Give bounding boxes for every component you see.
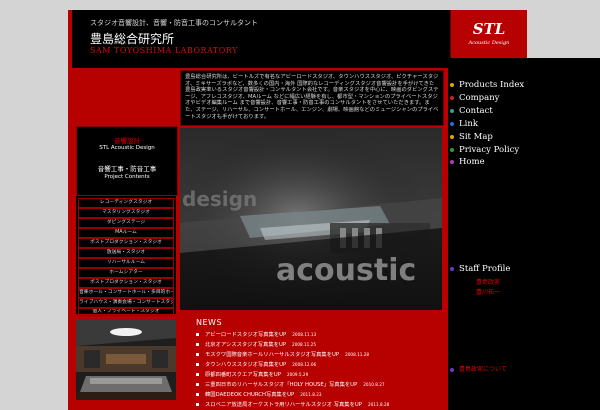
nav-site-map[interactable]: Sit Map	[450, 132, 493, 142]
nav-label: Staff Profile	[459, 264, 511, 274]
photo-word-design: design	[182, 187, 257, 211]
bullet-icon	[450, 367, 454, 372]
header-subtitle: スタジオ音響設計、音響・防音工事のコンサルタント	[90, 19, 258, 27]
nav-label: Contact	[459, 106, 493, 116]
nav-label: 豊島政実について	[459, 366, 507, 373]
photo-word-acoustic: acoustic	[276, 253, 416, 288]
header-title-jp[interactable]: 豊島総合研究所	[90, 30, 174, 47]
news-item[interactable]: 原都四番町スクエア写真集をUP 2009.5.29	[196, 370, 308, 378]
nav-company[interactable]: Company	[450, 93, 499, 103]
nav-label: Link	[459, 119, 478, 129]
news-text: モスクワ国際音楽ホールリハーサルスタジオ写真集をUP	[205, 352, 340, 358]
nav-label: Home	[459, 157, 485, 167]
list-item[interactable]: ホームシアター	[78, 268, 174, 278]
nav-contact[interactable]: Contact	[450, 106, 493, 116]
list-item[interactable]: ライブハウス・演奏会場・コンサートスタジオ	[78, 298, 174, 308]
bullet-icon	[450, 134, 454, 139]
logo-tagline: Acoustic Design	[468, 40, 510, 46]
project-category-list: レコーディングスタジオ マスタリングスタジオ ダビングステージ MAルーム ポス…	[76, 196, 176, 316]
news-date: 2009.5.29	[286, 372, 309, 377]
stl-logo[interactable]: STL Acoustic Design	[450, 10, 527, 58]
bullet-icon	[196, 343, 199, 346]
news-text: タウンハウススタジオ写真集をUP	[205, 362, 287, 368]
nav-label: Products Index	[459, 80, 525, 90]
bullet-icon	[450, 121, 454, 126]
news-date: 2008.11.25	[292, 342, 317, 347]
bullet-icon	[450, 266, 454, 271]
main-studio-photo: design acoustic	[180, 128, 442, 310]
bullet-icon	[196, 363, 199, 366]
intro-text: 豊島総合研究所は、ビートルズで有名なアビーロードスタジオ、タウンハウススタジオ、…	[185, 74, 439, 120]
news-text: アビーロードスタジオ写真集をUP	[205, 332, 287, 338]
studio-photo-graphic: design acoustic	[180, 128, 442, 310]
nav-label: Sit Map	[459, 132, 493, 142]
bullet-icon	[450, 108, 454, 113]
news-date: 2008.11.28	[345, 352, 370, 357]
nav-home[interactable]: Home	[450, 157, 485, 167]
left-info-box: 音響設計 STL Acoustic Design 音響工事・防音工事 Proje…	[76, 126, 178, 196]
news-date: 2010.8.27	[363, 382, 385, 387]
bullet-icon	[196, 333, 199, 336]
news-date: 2008.11.13	[292, 332, 317, 337]
bullet-icon	[450, 147, 454, 152]
bullet-icon	[196, 353, 199, 356]
header-title-en: SAM TOYOSHIMA LABORATORY	[90, 46, 238, 55]
bullet-icon	[196, 373, 199, 376]
list-item[interactable]: MAルーム	[78, 228, 174, 238]
bullet-icon	[450, 159, 454, 164]
list-item[interactable]: ポストプロダクション・スタジオ	[78, 278, 174, 288]
logo-name: STL	[472, 20, 506, 38]
nav-link[interactable]: Link	[450, 119, 478, 129]
nav-label: Company	[459, 93, 500, 103]
news-item[interactable]: アビーロードスタジオ写真集をUP 2008.11.13	[196, 330, 316, 338]
news-item[interactable]: 韓国DAEDEOK CHURCH写真集をUP 2011.8.23	[196, 390, 322, 398]
news-text: 三重四日市のリハーサルスタジオ「HOLY HOUSE」写真集をUP	[205, 382, 358, 388]
news-text: 韓国DAEDEOK CHURCH写真集をUP	[205, 392, 295, 398]
left-label-acoustic-design[interactable]: 音響設計	[77, 135, 177, 145]
news-section: NEWS アビーロードスタジオ写真集をUP 2008.11.13 北京オアシススタ…	[196, 318, 446, 410]
list-item[interactable]: 放送局・スタジオ	[78, 248, 174, 258]
list-item[interactable]: レコーディングスタジオ	[78, 198, 174, 208]
left-label-projects: Project Contents	[104, 174, 150, 180]
news-text: スロベニア放送局オーケストラ用リハーサルスタジオ 写真集をUP	[205, 402, 362, 408]
bullet-icon	[450, 82, 454, 87]
bullet-icon	[196, 403, 199, 406]
bullet-icon	[450, 95, 454, 100]
studio-thumbnail-photo[interactable]	[76, 320, 176, 400]
news-item[interactable]: タウンハウススタジオ写真集をUP 2008.12.06	[196, 360, 316, 368]
studio-thumbnail-graphic	[76, 320, 176, 400]
list-item[interactable]: リハーサルルーム	[78, 258, 174, 268]
list-item[interactable]: 個人・プライベート・スタジオ	[78, 308, 174, 316]
list-item[interactable]: マスタリングスタジオ	[78, 208, 174, 218]
nav-staff-profile[interactable]: Staff Profile	[450, 264, 510, 274]
news-item[interactable]: スロベニア放送局オーケストラ用リハーサルスタジオ 写真集をUP 2011.8.28	[196, 400, 389, 408]
news-date: 2011.8.28	[367, 402, 390, 407]
news-text: 原都四番町スクエア写真集をUP	[205, 372, 281, 378]
news-date: 2011.8.23	[300, 392, 322, 397]
news-item[interactable]: モスクワ国際音楽ホールリハーサルスタジオ写真集をUP 2008.11.28	[196, 350, 369, 358]
site-header: スタジオ音響設計、音響・防音工事のコンサルタント 豊島総合研究所 SAM TOY…	[72, 10, 450, 68]
list-item[interactable]: 音楽ホール・コンサートホール・多目的ホール	[78, 288, 174, 298]
staff-link-1[interactable]: 豊島政実	[476, 277, 500, 286]
bullet-icon	[196, 383, 199, 386]
nav-privacy-policy[interactable]: Privacy Policy	[450, 145, 519, 155]
list-item[interactable]: ダビングステージ	[78, 218, 174, 228]
news-item[interactable]: 北京オアシススタジオ写真集をUP 2008.11.25	[196, 340, 316, 348]
news-title: NEWS	[196, 318, 223, 327]
staff-link-2[interactable]: 豊川祐一	[476, 287, 500, 296]
news-item[interactable]: 三重四日市のリハーサルスタジオ「HOLY HOUSE」写真集をUP 2010.8.…	[196, 380, 385, 388]
left-label-stl: STL Acoustic Design	[99, 145, 155, 151]
bullet-icon	[196, 393, 199, 396]
nav-label: Privacy Policy	[459, 145, 520, 155]
news-text: 北京オアシススタジオ写真集をUP	[205, 342, 287, 348]
list-item[interactable]: ポストプロダクション・スタジオ	[78, 238, 174, 248]
intro-box: 豊島総合研究所は、ビートルズで有名なアビーロードスタジオ、タウンハウススタジオ、…	[180, 70, 444, 126]
left-label-construction[interactable]: 音響工事・防音工事	[77, 163, 177, 173]
nav-products-index[interactable]: Products Index	[450, 80, 524, 90]
nav-about-toyoshima[interactable]: 豊島政実について	[450, 364, 507, 373]
right-navigation: Products Index Company Contact Link Sit …	[448, 58, 600, 410]
news-date: 2008.12.06	[292, 362, 317, 367]
